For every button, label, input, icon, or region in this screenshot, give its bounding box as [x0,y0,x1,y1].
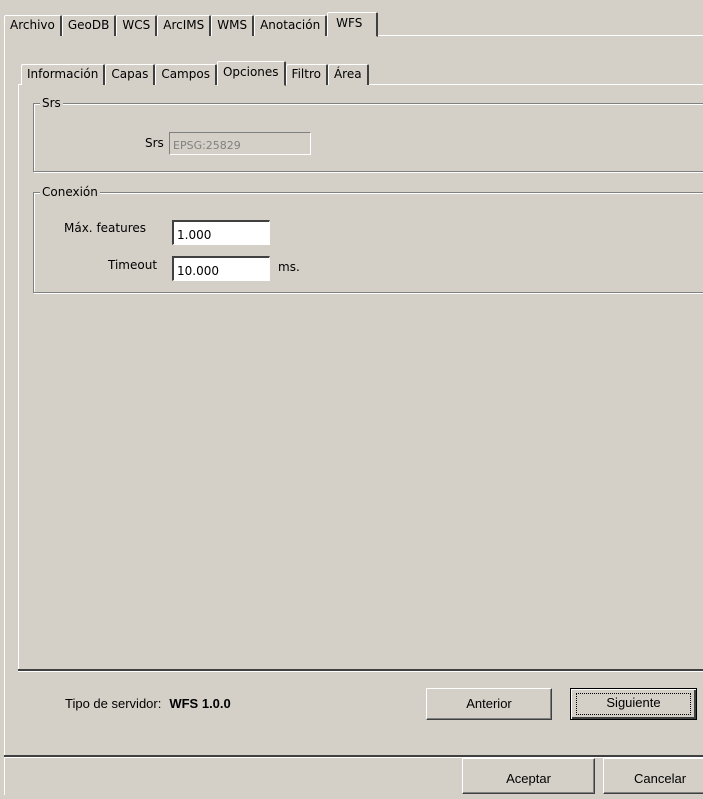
tab-campos[interactable]: Campos [155,64,217,85]
footer-separator [18,669,703,672]
dialog-separator [4,755,703,758]
tab-wfs[interactable]: WFS [327,12,379,37]
timeout-unit: ms. [278,260,300,274]
srs-field [169,132,311,155]
server-type-label: Tipo de servidor: [65,696,162,711]
tab-capas[interactable]: Capas [105,64,156,85]
tab-geodb[interactable]: GeoDB [61,15,117,36]
tab-area[interactable]: Área [327,64,369,85]
tab-anotacion[interactable]: Anotación [254,15,328,36]
wfs-sub-tab-bar: Información Capas Campos Opciones Filtro… [21,57,369,86]
tab-informacion[interactable]: Información [21,64,106,85]
max-features-field[interactable] [172,220,270,245]
tab-wms[interactable]: WMS [211,15,255,36]
accept-button[interactable]: Aceptar [462,758,595,794]
conexion-group: Conexión Máx. features Timeout ms. [33,185,703,293]
server-type: Tipo de servidor: WFS 1.0.0 [65,697,231,711]
conexion-group-legend: Conexión [40,185,100,199]
server-type-value: WFS 1.0.0 [169,696,231,711]
timeout-field[interactable] [172,256,270,281]
timeout-label: Timeout [108,258,158,272]
srs-group: Srs Srs [33,96,703,172]
srs-group-legend: Srs [40,96,63,110]
next-button-label: Siguiente [576,693,691,715]
cancel-button[interactable]: Cancelar [603,758,703,794]
tab-archivo[interactable]: Archivo [4,15,62,36]
next-button[interactable]: Siguiente [570,688,697,720]
main-tab-bar: Archivo GeoDB WCS ArcIMS WMS Anotación W… [4,11,379,37]
tab-opciones[interactable]: Opciones [216,61,286,86]
srs-label: Srs [145,136,164,150]
tab-wcs[interactable]: WCS [116,15,158,36]
max-features-label: Máx. features [64,221,147,235]
tab-filtro[interactable]: Filtro [285,64,328,85]
tab-arcims[interactable]: ArcIMS [157,15,212,36]
previous-button[interactable]: Anterior [426,688,552,720]
